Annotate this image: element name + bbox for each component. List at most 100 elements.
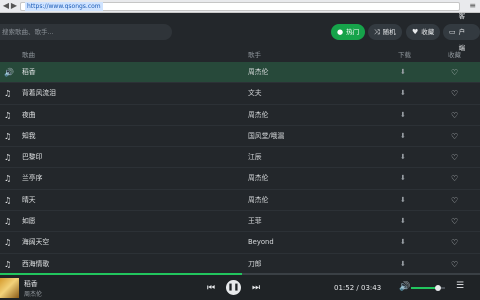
search-placeholder: 搜索歌曲、歌手... [2, 28, 54, 36]
now-playing-artist: 周杰伦 [24, 291, 43, 298]
music-note-icon: ♫ [4, 153, 12, 163]
song-title[interactable]: 夜曲 [22, 105, 36, 126]
song-title[interactable]: 巴黎印 [22, 147, 42, 168]
volume-icon[interactable]: 🔊 [399, 282, 410, 292]
favorite-heart-icon[interactable]: ♡ [451, 254, 458, 275]
song-list: 🔊 稻香 周杰伦 ⬇ ♡ ♫ 背着风流泪 文夫 ⬇ ♡ ♫ 夜曲 周杰伦 ⬇ ♡ ♫ 知我 国风堂/哦漏 ⬇ ♡ ♫ 巴黎… [0, 62, 480, 297]
download-icon[interactable]: ⬇ [400, 232, 406, 253]
song-title[interactable]: 晴天 [22, 190, 36, 211]
song-artist[interactable]: 周杰伦 [248, 105, 268, 126]
volume-fill [411, 287, 438, 289]
music-note-icon: ♫ [4, 131, 12, 141]
song-title[interactable]: 西海情歌 [22, 254, 49, 275]
song-title[interactable]: 知我 [22, 126, 36, 147]
album-cover[interactable] [0, 278, 19, 298]
time-display: 01:52 / 03:43 [334, 284, 381, 292]
song-title[interactable]: 背着风流泪 [22, 83, 56, 104]
song-row[interactable]: ♫ 西海情歌 刀郎 ⬇ ♡ [0, 254, 480, 275]
download-icon[interactable]: ⬇ [400, 83, 406, 104]
shuffle-icon: ⤨ [374, 28, 380, 36]
column-favorite: 收藏 [448, 51, 461, 59]
table-header: 歌曲 歌手 下载 收藏 [0, 48, 480, 62]
song-artist[interactable]: 周杰伦 [248, 168, 268, 189]
song-title[interactable]: 兰亭序 [22, 168, 42, 189]
address-url: https://www.qsongs.com [25, 2, 103, 11]
flame-icon: ● [337, 28, 344, 36]
volume-knob[interactable] [434, 285, 441, 291]
speaker-icon: 🔊 [4, 68, 14, 77]
download-icon[interactable]: ⬇ [400, 105, 406, 126]
search-input[interactable]: 搜索歌曲、歌手... [0, 24, 172, 40]
music-note-icon: ♫ [4, 238, 12, 248]
song-title[interactable]: 海阔天空 [22, 232, 49, 253]
song-row[interactable]: ♫ 巴黎印 江辰 ⬇ ♡ [0, 147, 480, 169]
download-icon[interactable]: ⬇ [400, 62, 406, 83]
now-playing-title: 稻香 [24, 280, 38, 288]
column-download: 下载 [398, 51, 411, 59]
music-note-icon: ♫ [4, 110, 12, 120]
previous-icon[interactable]: ⏮ [207, 282, 215, 294]
music-note-icon: ♫ [4, 174, 12, 184]
song-row[interactable]: ♫ 如愿 王菲 ⬇ ♡ [0, 211, 480, 233]
download-icon[interactable]: ⬇ [400, 254, 406, 275]
column-song: 歌曲 [22, 51, 35, 59]
download-icon[interactable]: ⬇ [400, 168, 406, 189]
song-artist[interactable]: 周杰伦 [248, 190, 268, 211]
total-time: 03:43 [361, 284, 382, 292]
browser-menu-icon[interactable]: ≡ [469, 1, 476, 11]
song-row[interactable]: ♫ 海阔天空 Beyond ⬇ ♡ [0, 232, 480, 254]
song-row[interactable]: ♫ 背着风流泪 文夫 ⬇ ♡ [0, 83, 480, 105]
hot-button[interactable]: ● 热门 [331, 24, 366, 40]
shuffle-button-label: 随机 [382, 28, 396, 36]
hot-button-label: 热门 [346, 28, 360, 36]
favorites-button-label: 收藏 [421, 28, 435, 36]
next-icon[interactable]: ⏭ [252, 282, 260, 294]
download-icon[interactable]: ⬇ [400, 147, 406, 168]
download-icon[interactable]: ⬇ [400, 190, 406, 211]
time-separator: / [356, 284, 359, 292]
download-icon[interactable]: ⬇ [400, 211, 406, 232]
favorite-heart-icon[interactable]: ♡ [451, 190, 458, 211]
back-icon[interactable]: ◀ [2, 2, 10, 10]
forward-icon[interactable]: ▶ [10, 2, 18, 10]
column-artist: 歌手 [248, 51, 261, 59]
music-note-icon: ♫ [4, 259, 12, 269]
favorite-heart-icon[interactable]: ♡ [451, 83, 458, 104]
favorite-heart-icon[interactable]: ♡ [451, 147, 458, 168]
favorite-heart-icon[interactable]: ♡ [451, 232, 458, 253]
shuffle-button[interactable]: ⤨ 随机 [368, 24, 402, 40]
music-note-icon: ♫ [4, 217, 12, 227]
favorite-heart-icon[interactable]: ♡ [451, 211, 458, 232]
heart-icon: ♥ [412, 28, 419, 36]
song-artist[interactable]: Beyond [248, 232, 274, 253]
current-time: 01:52 [334, 284, 355, 292]
song-title[interactable]: 如愿 [22, 211, 36, 232]
app-header: 搜索歌曲、歌手... ● 热门 ⤨ 随机 ♥ 收藏 ▭ 客户端 [0, 12, 480, 52]
song-row[interactable]: ♫ 晴天 周杰伦 ⬇ ♡ [0, 190, 480, 212]
pause-button[interactable]: ❚❚ [226, 280, 241, 295]
player-bar: 稻香 周杰伦 ⏮ ❚❚ ⏭ 01:52 / 03:43 🔊 ☰ [0, 275, 480, 300]
favorite-heart-icon[interactable]: ♡ [451, 105, 458, 126]
song-artist[interactable]: 刀郎 [248, 254, 262, 275]
favorite-heart-icon[interactable]: ♡ [451, 168, 458, 189]
song-title[interactable]: 稻香 [22, 62, 36, 83]
favorite-heart-icon[interactable]: ♡ [451, 62, 458, 83]
browser-toolbar: ◀ ▶ https://www.qsongs.com ≡ [0, 0, 480, 13]
address-bar[interactable]: https://www.qsongs.com [20, 2, 460, 11]
song-row[interactable]: 🔊 稻香 周杰伦 ⬇ ♡ [0, 62, 480, 84]
volume-slider[interactable] [411, 285, 445, 291]
favorite-heart-icon[interactable]: ♡ [451, 126, 458, 147]
song-row[interactable]: ♫ 知我 国风堂/哦漏 ⬇ ♡ [0, 126, 480, 148]
download-icon[interactable]: ⬇ [400, 126, 406, 147]
client-button[interactable]: ▭ 客户端 [443, 12, 480, 52]
music-note-icon: ♫ [4, 195, 12, 205]
favorites-button[interactable]: ♥ 收藏 [406, 24, 441, 40]
song-row[interactable]: ♫ 兰亭序 周杰伦 ⬇ ♡ [0, 168, 480, 190]
song-artist[interactable]: 文夫 [248, 83, 262, 104]
song-artist[interactable]: 国风堂/哦漏 [248, 126, 284, 147]
song-artist[interactable]: 周杰伦 [248, 62, 268, 83]
song-artist[interactable]: 王菲 [248, 211, 262, 232]
song-row[interactable]: ♫ 夜曲 周杰伦 ⬇ ♡ [0, 105, 480, 126]
song-artist[interactable]: 江辰 [248, 147, 262, 168]
playlist-icon[interactable]: ☰ [456, 281, 464, 291]
